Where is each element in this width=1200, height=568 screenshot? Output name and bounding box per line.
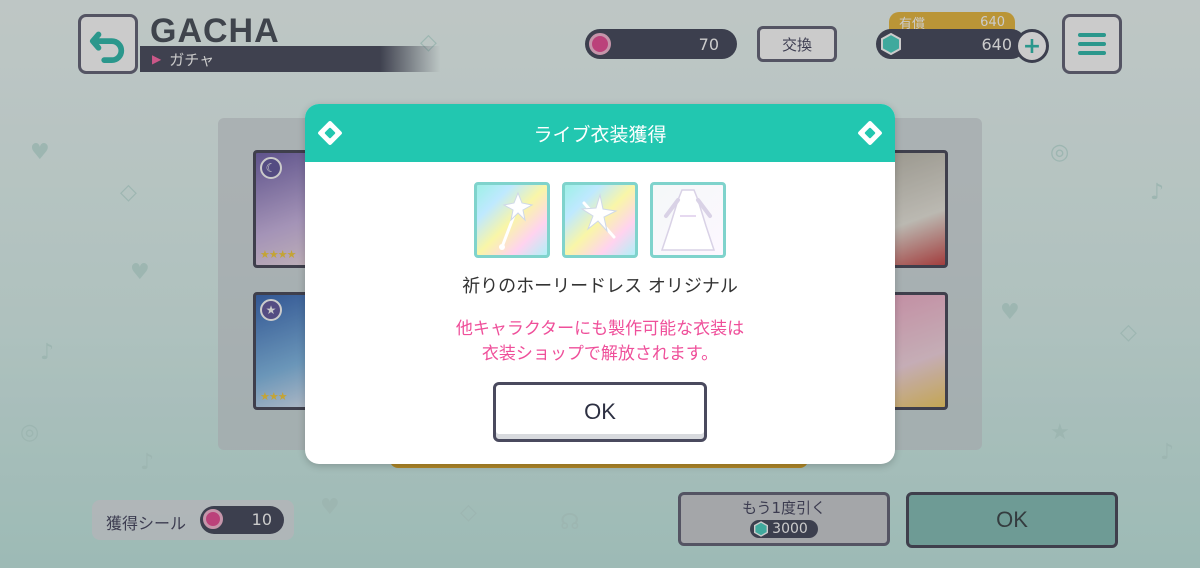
costume-items (305, 182, 895, 258)
dialog-title: ライブ衣装獲得 (533, 123, 667, 146)
costume-note-line1: 他キャラクターにも製作可能な衣装は (455, 319, 745, 339)
costume-item[interactable] (562, 182, 638, 258)
wand-item-icon (580, 193, 618, 239)
costume-note: 他キャラクターにも製作可能な衣装は 衣装ショップで解放されます。 (305, 317, 895, 367)
dialog-header: ライブ衣装獲得 (305, 104, 895, 162)
costume-acquired-dialog: ライブ衣装獲得 祈りのホーリードレス オリジナル 他キャラクターにも製作可能な衣… (305, 104, 895, 464)
ok-button[interactable]: OK (493, 382, 707, 442)
wand-item-icon (499, 191, 534, 250)
diamond-icon (317, 120, 343, 146)
costume-name: 祈りのホーリードレス オリジナル (462, 276, 738, 297)
costume-note-line2: 衣装ショップで解放されます。 (481, 344, 719, 364)
costume-item[interactable] (474, 182, 550, 258)
dress-item-icon (660, 189, 716, 251)
diamond-icon (857, 120, 883, 146)
costume-item[interactable] (650, 182, 726, 258)
